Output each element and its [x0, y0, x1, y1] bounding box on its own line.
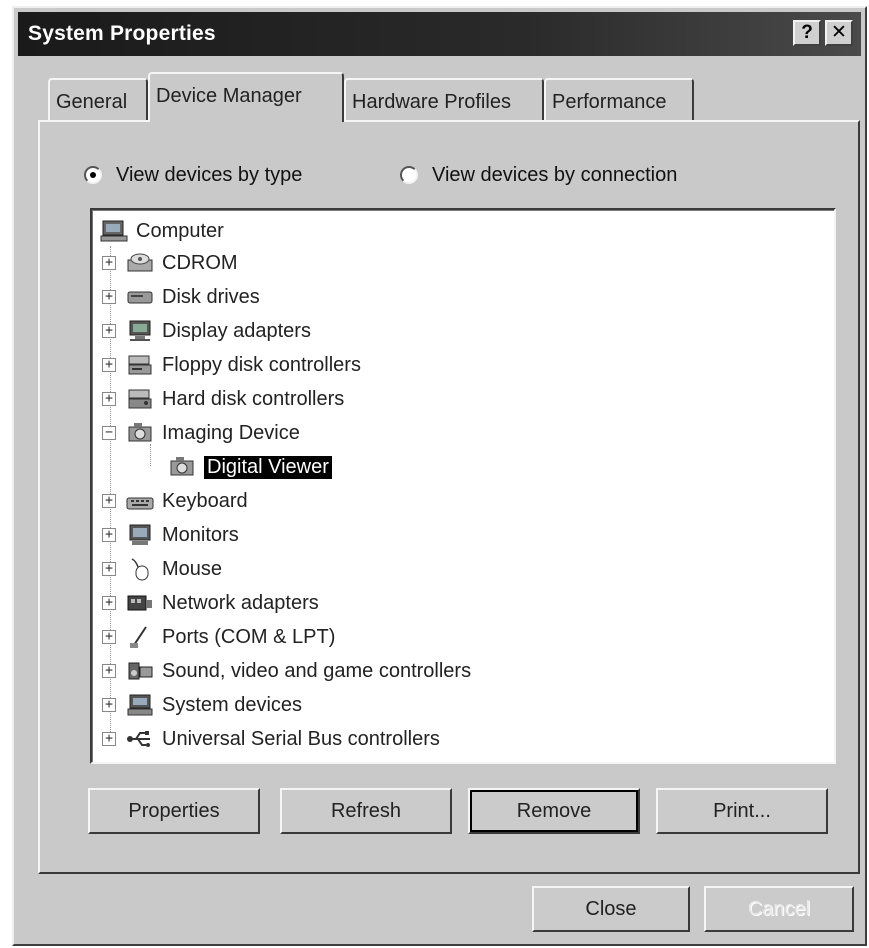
tree-item-label: Hard disk controllers — [162, 387, 345, 410]
close-icon[interactable]: ✕ — [825, 20, 853, 46]
expand-icon[interactable]: + — [102, 732, 116, 746]
tree-item-label: Network adapters — [162, 591, 319, 614]
hard-disk-controller-icon — [126, 387, 154, 411]
tree-item-mouse[interactable]: + Mouse — [102, 554, 222, 584]
system-properties-window: System Properties ? ✕ General Device Man… — [12, 6, 867, 946]
network-adapter-icon — [126, 591, 154, 615]
expand-icon[interactable]: + — [102, 256, 116, 270]
view-by-connection-label: View devices by connection — [432, 163, 678, 186]
tree-item-label: Computer — [136, 219, 224, 242]
expand-icon[interactable]: + — [102, 664, 116, 678]
expand-icon[interactable]: + — [102, 630, 116, 644]
computer-icon — [100, 219, 128, 243]
disk-drive-icon — [126, 285, 154, 309]
expand-icon[interactable]: + — [102, 290, 116, 304]
expand-icon[interactable]: + — [102, 392, 116, 406]
tree-item-imaging-device[interactable]: − Imaging Device — [102, 418, 300, 448]
expand-icon[interactable]: + — [102, 528, 116, 542]
tree-item-ports[interactable]: + Ports (COM & LPT) — [102, 622, 335, 652]
tree-item-digital-viewer[interactable]: Digital Viewer — [168, 452, 332, 482]
tab-device-manager[interactable]: Device Manager — [148, 72, 344, 122]
tree-item-label: Ports (COM & LPT) — [162, 625, 336, 648]
tree-item-label: Imaging Device — [162, 421, 300, 444]
tree-item-usb-controllers[interactable]: + Universal Serial Bus controllers — [102, 724, 440, 754]
tree-item-label: Display adapters — [162, 319, 311, 342]
view-by-type-label: View devices by type — [116, 163, 303, 186]
tree-item-network-adapters[interactable]: + Network adapters — [102, 588, 319, 618]
cancel-button[interactable]: Cancel — [704, 886, 854, 932]
view-by-type-option[interactable]: View devices by type — [84, 160, 302, 190]
print-button[interactable]: Print... — [656, 788, 828, 834]
tree-item-label: CDROM — [162, 251, 238, 274]
tree-item-label: System devices — [162, 693, 303, 716]
expand-icon[interactable]: + — [102, 698, 116, 712]
tab-hardware-profiles[interactable]: Hardware Profiles — [344, 78, 544, 122]
tree-item-cdrom[interactable]: + CDROM — [102, 248, 238, 278]
tree-item-display-adapters[interactable]: + Display adapters — [102, 316, 311, 346]
usb-icon — [126, 727, 154, 751]
ports-icon — [126, 625, 154, 649]
tree-item-keyboard[interactable]: + Keyboard — [102, 486, 248, 516]
tree-item-label: Sound, video and game controllers — [162, 659, 472, 682]
tree-item-disk-drives[interactable]: + Disk drives — [102, 282, 260, 312]
view-by-connection-option[interactable]: View devices by connection — [400, 160, 677, 190]
monitor-icon — [126, 523, 154, 547]
view-by-connection-radio[interactable] — [400, 166, 418, 184]
device-manager-panel: View devices by type View devices by con… — [38, 120, 860, 874]
tree-item-label: Disk drives — [162, 285, 260, 308]
view-by-type-radio[interactable] — [84, 166, 102, 184]
expand-icon[interactable]: + — [102, 596, 116, 610]
sound-icon — [126, 659, 154, 683]
tab-performance[interactable]: Performance — [544, 78, 694, 122]
tree-item-label: Floppy disk controllers — [162, 353, 361, 376]
tree-item-monitors[interactable]: + Monitors — [102, 520, 239, 550]
tree-item-hard-disk-controllers[interactable]: + Hard disk controllers — [102, 384, 344, 414]
tree-item-computer[interactable]: Computer — [100, 216, 224, 246]
imaging-device-icon — [126, 421, 154, 445]
expand-icon[interactable]: + — [102, 562, 116, 576]
title-bar[interactable]: System Properties ? ✕ — [18, 12, 861, 56]
keyboard-icon — [126, 489, 154, 513]
mouse-icon — [126, 557, 154, 581]
system-devices-icon — [126, 693, 154, 717]
expand-icon[interactable]: + — [102, 358, 116, 372]
expand-icon[interactable]: + — [102, 494, 116, 508]
tree-item-label: Keyboard — [162, 489, 248, 512]
display-adapter-icon — [126, 319, 154, 343]
help-button[interactable]: ? — [793, 20, 821, 46]
digital-viewer-icon — [168, 455, 196, 479]
tree-item-system-devices[interactable]: + System devices — [102, 690, 302, 720]
window-title: System Properties — [28, 22, 216, 45]
tree-item-label-selected: Digital Viewer — [204, 455, 332, 479]
tree-item-label: Monitors — [162, 523, 239, 546]
device-tree[interactable]: Computer + CDROM + Disk drives + Display… — [90, 208, 836, 764]
tree-item-floppy-disk-controllers[interactable]: + Floppy disk controllers — [102, 350, 361, 380]
close-button[interactable]: Close — [532, 886, 690, 932]
floppy-controller-icon — [126, 353, 154, 377]
cdrom-icon — [126, 251, 154, 275]
tab-general[interactable]: General — [48, 78, 148, 122]
properties-button[interactable]: Properties — [88, 788, 260, 834]
refresh-button[interactable]: Refresh — [280, 788, 452, 834]
tree-item-label: Universal Serial Bus controllers — [162, 727, 440, 750]
expand-icon[interactable]: + — [102, 324, 116, 338]
remove-button[interactable]: Remove — [468, 788, 640, 834]
tree-item-sound-video-game[interactable]: + Sound, video and game controllers — [102, 656, 471, 686]
tree-item-label: Mouse — [162, 557, 223, 580]
collapse-icon[interactable]: − — [102, 426, 116, 440]
